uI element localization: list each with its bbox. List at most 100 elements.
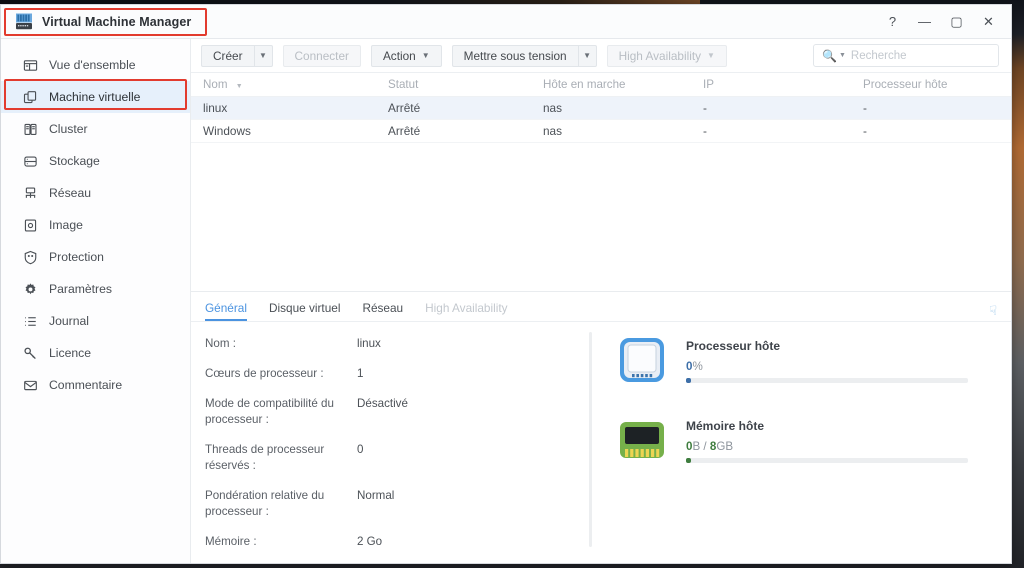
power-on-dropdown-arrow[interactable]: ▼ (577, 44, 597, 67)
vm-table: Nom ▼ Statut Hôte en marche IP Processeu… (191, 73, 1011, 292)
property-key: Threads de processeur réservés : (205, 443, 325, 472)
database-icon (23, 154, 38, 169)
help-button[interactable]: ? (886, 15, 899, 28)
sidebar-item-licence[interactable]: Licence (1, 337, 190, 369)
tab-disque-virtuel[interactable]: Disque virtuel (269, 301, 340, 321)
properties-list: Nom : linux Cœurs de processeur : 1 Mode… (191, 322, 589, 563)
property-value: linux (357, 337, 381, 350)
minimize-button[interactable]: — (918, 15, 931, 28)
search-input[interactable] (850, 49, 990, 62)
sidebar-item-vue-densemble[interactable]: Vue d'ensemble (1, 49, 190, 81)
sidebar-item-protection[interactable]: Protection (1, 241, 190, 273)
chevron-down-icon: ▼ (421, 51, 430, 60)
search-icon: 🔍 (822, 48, 837, 63)
window-body: Vue d'ensemble Machine virtuelle Cluster… (1, 39, 1011, 563)
gauge-body: Processeur hôte 0% (686, 336, 968, 383)
create-split-button[interactable]: Créer ▼ (201, 44, 273, 67)
sidebar-item-journal[interactable]: Journal (1, 305, 190, 337)
power-on-split-button[interactable]: Mettre sous tension ▼ (451, 44, 597, 67)
gauge-progress-fill (686, 378, 691, 383)
dashboard-icon (23, 58, 38, 73)
property-value: Désactivé (357, 397, 408, 410)
power-on-button[interactable]: Mettre sous tension (451, 44, 578, 67)
search-box[interactable]: 🔍 ▼ (813, 44, 999, 67)
page-title: Virtual Machine Manager (42, 14, 192, 29)
gauge-progress-bar (686, 458, 968, 463)
high-availability-button[interactable]: High Availability ▼ (606, 44, 727, 67)
main-content: Créer ▼ Connecter Action ▼ Mettre sous t… (191, 39, 1011, 563)
cell-ip: - (691, 96, 851, 120)
cpu-chip-icon (618, 336, 666, 384)
cell-nom: Windows (191, 119, 376, 143)
property-value: 0 (357, 443, 364, 456)
gauge-progress-fill (686, 458, 691, 463)
tab-high-availability[interactable]: High Availability (425, 301, 507, 321)
sidebar-item-label: Stockage (49, 154, 100, 168)
tab-reseau[interactable]: Réseau (362, 301, 403, 321)
cell-statut: Arrêté (376, 119, 531, 143)
list-icon (23, 314, 38, 329)
property-row: Nom : linux (205, 336, 589, 352)
sidebar-item-cluster[interactable]: Cluster (1, 113, 190, 145)
action-button[interactable]: Action ▼ (370, 44, 442, 67)
sidebar-item-machine-virtuelle[interactable]: Machine virtuelle (1, 81, 190, 113)
create-dropdown-arrow[interactable]: ▼ (253, 44, 273, 67)
sidebar-item-commentaire[interactable]: Commentaire (1, 369, 190, 401)
sidebar-item-parametres[interactable]: Paramètres (1, 273, 190, 305)
sidebar-item-label: Protection (49, 250, 104, 264)
gauge-value-unit: % (692, 360, 703, 373)
window-controls: ? — ▢ ✕ (886, 15, 1011, 28)
sidebar-item-label: Réseau (49, 186, 92, 200)
resource-gauges: Processeur hôte 0% Mémoire hôte 0B / 8GB (592, 322, 1011, 563)
detail-panel: Général Disque virtuel Réseau High Avail… (191, 292, 1011, 563)
column-header-hote[interactable]: Hôte en marche (531, 73, 691, 97)
column-header-nom[interactable]: Nom ▼ (191, 73, 376, 97)
network-icon (23, 186, 38, 201)
column-header-statut[interactable]: Statut (376, 73, 531, 97)
cell-processeur: - (851, 96, 996, 120)
gauge-value: 0B / 8GB (686, 440, 968, 453)
property-value: Normal (357, 489, 395, 502)
table-row[interactable]: Windows Arrêté nas - - (191, 119, 1011, 143)
cell-ip: - (691, 119, 851, 143)
property-row: Threads de processeur réservés : 0 (205, 442, 589, 474)
sidebar-item-stockage[interactable]: Stockage (1, 145, 190, 177)
gauge-value-unit: B (692, 440, 701, 453)
chevron-double-down-icon[interactable]: ☟ (989, 304, 997, 321)
gauge-processeur-hote: Processeur hôte 0% (618, 336, 1011, 384)
column-header-processeur[interactable]: Processeur hôte (851, 73, 996, 97)
property-key: Cœurs de processeur : (205, 367, 324, 380)
table-row[interactable]: linux Arrêté nas - - (191, 96, 1011, 120)
memory-module-icon (618, 416, 666, 464)
sidebar-item-reseau[interactable]: Réseau (1, 177, 190, 209)
cluster-icon (23, 122, 38, 137)
gear-icon (23, 282, 38, 297)
sidebar-item-image[interactable]: Image (1, 209, 190, 241)
gauge-memoire-hote: Mémoire hôte 0B / 8GB (618, 416, 1011, 464)
column-header-ip[interactable]: IP (691, 73, 851, 97)
chevron-down-icon: ▼ (707, 51, 715, 60)
sort-caret-icon: ▼ (235, 82, 243, 90)
toolbar: Créer ▼ Connecter Action ▼ Mettre sous t… (191, 39, 1011, 73)
property-key: Mémoire : (205, 535, 257, 548)
key-icon (23, 346, 38, 361)
property-value: 2 Go (357, 535, 383, 548)
envelope-icon (23, 378, 38, 393)
create-button[interactable]: Créer (201, 44, 254, 67)
detail-tabs: Général Disque virtuel Réseau High Avail… (191, 292, 1011, 322)
table-options-button[interactable]: ⋮ (996, 73, 1011, 97)
vmm-window: Virtual Machine Manager ? — ▢ ✕ Vue d'en… (0, 4, 1012, 564)
gauge-title: Mémoire hôte (686, 419, 765, 433)
search-filter-caret-icon[interactable]: ▼ (839, 52, 846, 59)
maximize-button[interactable]: ▢ (950, 15, 963, 28)
connect-button[interactable]: Connecter (282, 44, 361, 67)
tab-general[interactable]: Général (205, 301, 247, 321)
table-header-row: Nom ▼ Statut Hôte en marche IP Processeu… (191, 73, 1011, 97)
sidebar-item-label: Journal (49, 314, 89, 328)
gauge-separator: / (703, 440, 707, 453)
close-button[interactable]: ✕ (982, 15, 995, 28)
sidebar-item-label: Paramètres (49, 282, 112, 296)
shield-icon (23, 250, 38, 265)
cell-hote: nas (531, 96, 691, 120)
column-header-label: Nom (203, 77, 228, 91)
